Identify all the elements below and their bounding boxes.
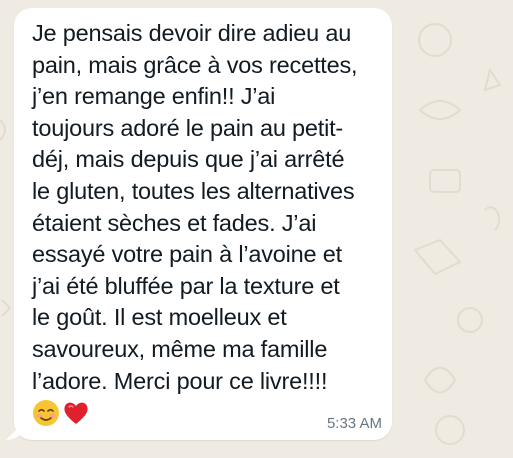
emoji-row [32, 399, 374, 427]
smiling-face-icon [32, 399, 60, 427]
message-timestamp: 5:33 AM [326, 415, 382, 432]
red-heart-icon [62, 399, 90, 427]
message-text: Je pensais devoir dire adieu au pain, ma… [32, 20, 358, 394]
message-bubble[interactable]: Je pensais devoir dire adieu au pain, ma… [14, 8, 392, 440]
